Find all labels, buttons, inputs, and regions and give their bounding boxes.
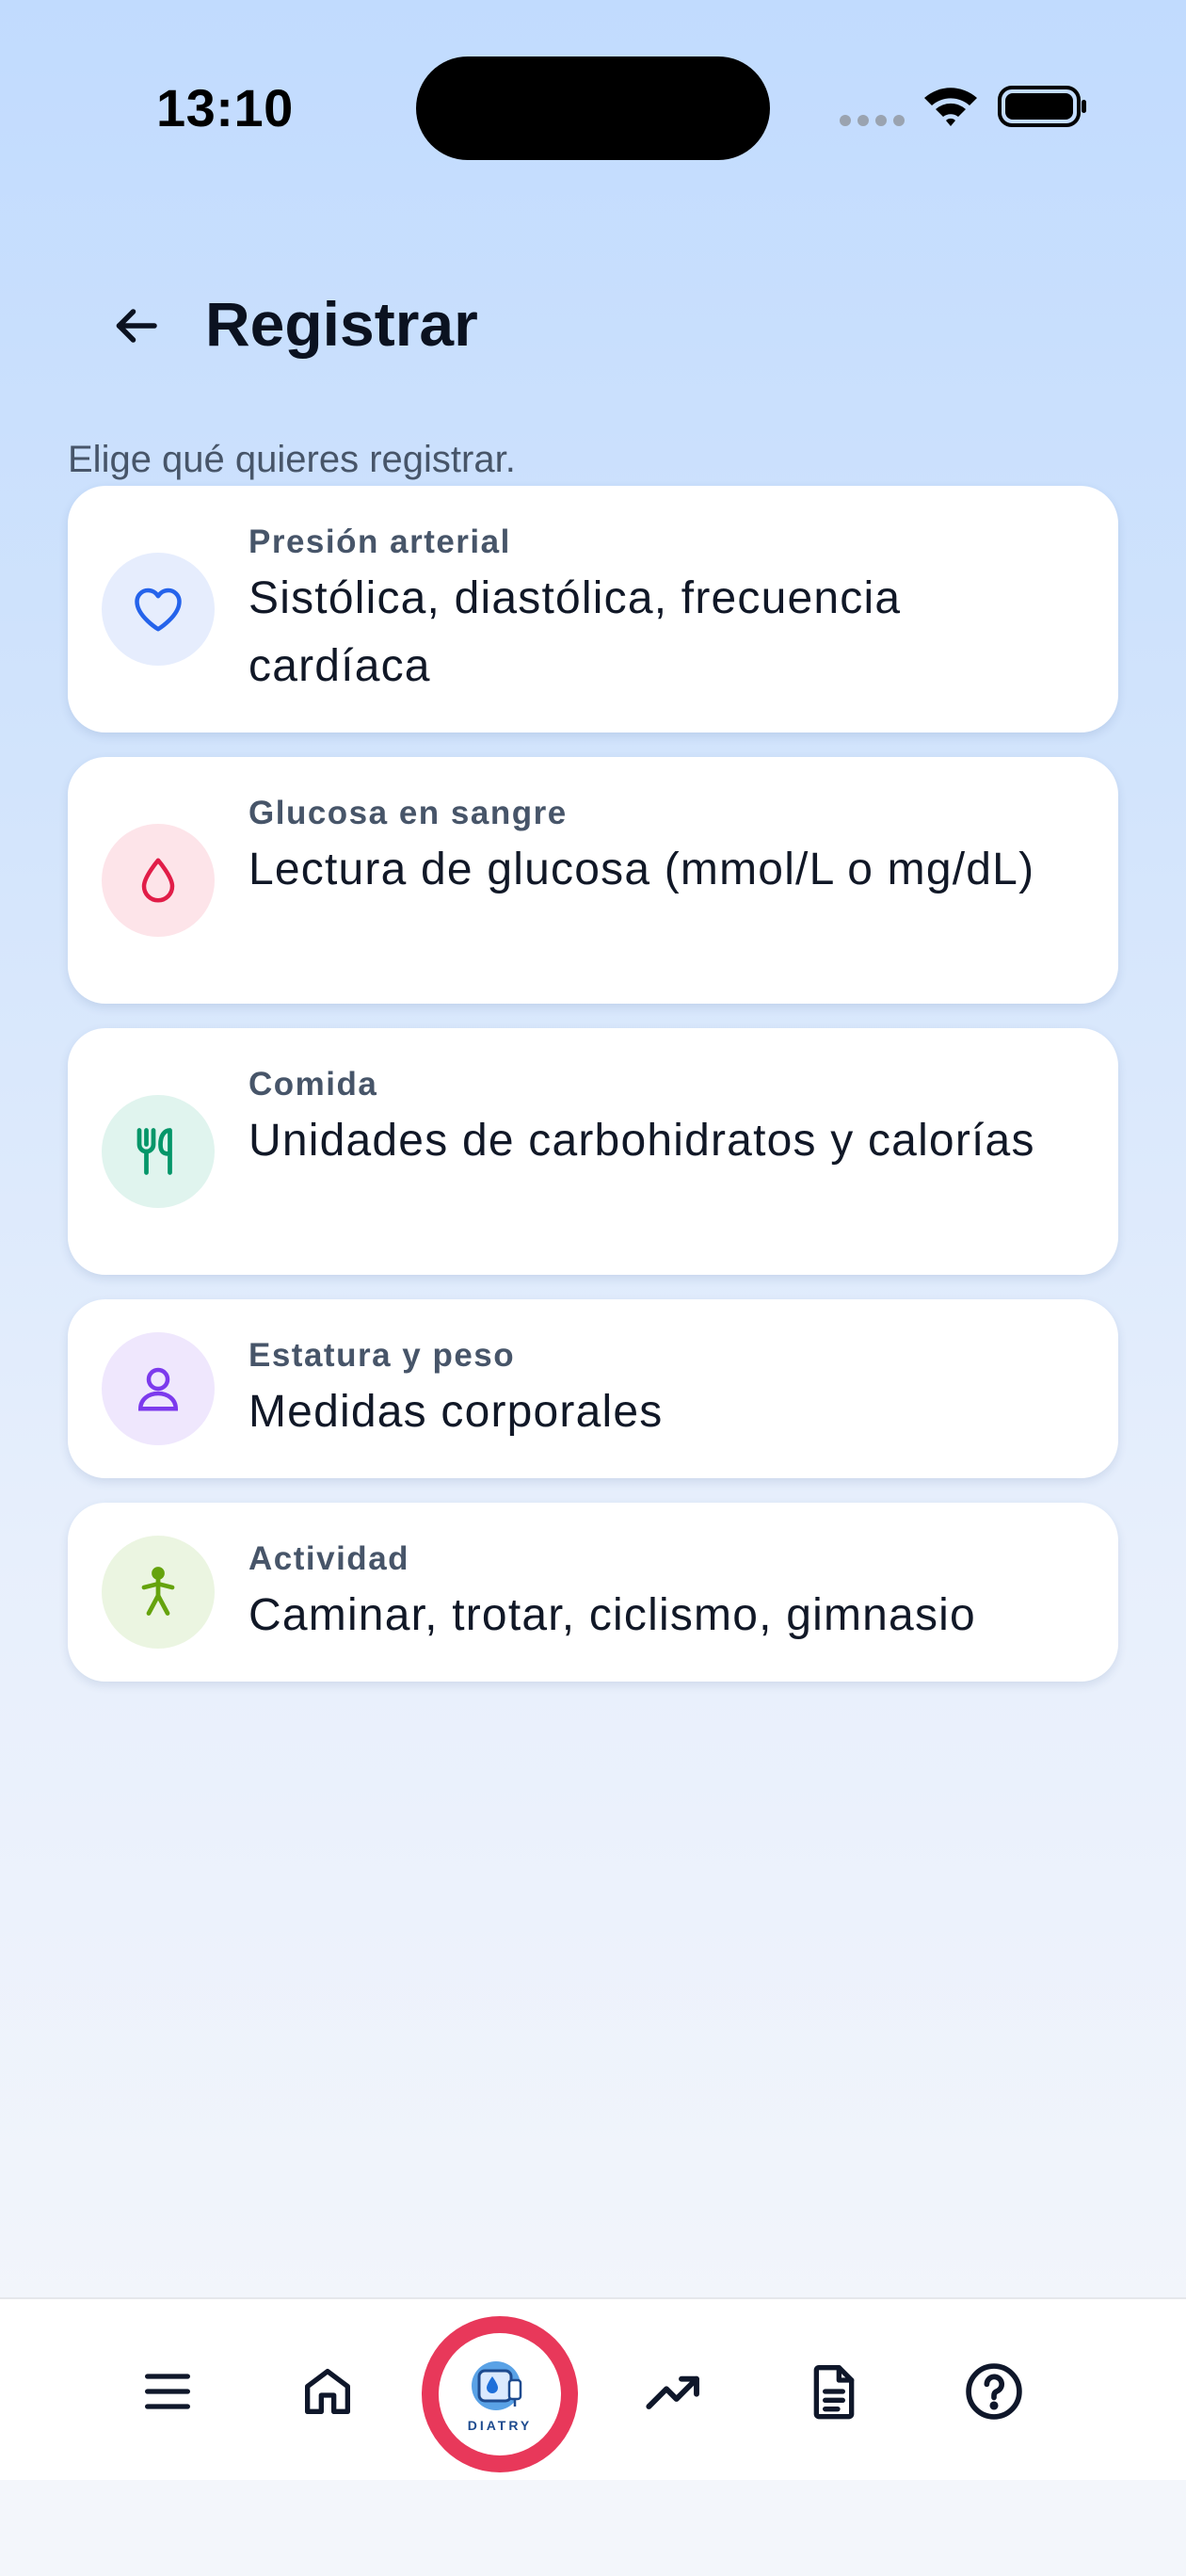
cellular-signal-icon [840, 115, 905, 126]
diatry-logo: DIATRY [439, 2333, 561, 2455]
back-button[interactable] [102, 292, 169, 360]
logo-text: DIATRY [467, 2418, 533, 2433]
bottom-navigation: DIATRY [0, 2297, 1186, 2482]
card-blood-glucose[interactable]: Glucosa en sangre Lectura de glucosa (mm… [68, 757, 1118, 1004]
card-description: Medidas corporales [248, 1387, 664, 1437]
trending-icon [646, 2375, 699, 2409]
diatry-logo-icon [472, 2361, 522, 2410]
home-indicator-area [0, 2480, 1186, 2576]
nav-help-button[interactable] [956, 2354, 1032, 2429]
card-icon-bg [102, 1095, 215, 1208]
heart-icon [135, 588, 182, 632]
card-description: Lectura de glucosa (mmol/L o mg/dL) [248, 845, 1035, 894]
dynamic-island [416, 56, 770, 160]
card-icon-bg [102, 824, 215, 937]
nav-reports-button[interactable] [796, 2354, 872, 2429]
card-icon-bg [102, 1332, 215, 1445]
card-label: Presión arterial [248, 523, 511, 560]
card-blood-pressure[interactable]: Presión arterial Sistólica, diastólica, … [68, 486, 1118, 733]
card-meal[interactable]: Comida Unidades de carbohidratos y calor… [68, 1028, 1118, 1275]
nav-trends-button[interactable] [636, 2354, 712, 2429]
card-activity[interactable]: Actividad Caminar, trotar, ciclismo, gim… [68, 1503, 1118, 1682]
status-time: 13:10 [156, 78, 294, 137]
wifi-icon [924, 88, 977, 126]
document-icon [813, 2365, 855, 2420]
card-label: Glucosa en sangre [248, 795, 568, 831]
card-height-weight[interactable]: Estatura y peso Medidas corporales [68, 1299, 1118, 1478]
page-subtitle: Elige qué quieres registrar. [68, 439, 516, 480]
nav-diatry-button[interactable]: DIATRY [422, 2316, 578, 2472]
walking-icon [141, 1567, 175, 1616]
card-description: Caminar, trotar, ciclismo, gimnasio [248, 1590, 976, 1640]
home-icon [305, 2369, 350, 2414]
drop-icon [141, 858, 175, 903]
card-label: Comida [248, 1066, 378, 1103]
card-label: Actividad [248, 1540, 410, 1577]
status-bar: 13:10 [0, 0, 1186, 217]
card-description: Sistólica, diastólica, frecuencia cardía… [248, 573, 902, 691]
utensils-icon [136, 1128, 172, 1175]
battery-icon [998, 86, 1086, 127]
help-icon [966, 2363, 1022, 2420]
page-title: Registrar [205, 289, 478, 359]
arrow-left-icon [116, 309, 157, 343]
card-description: Unidades de carbohidratos y calorías [248, 1116, 1035, 1166]
card-icon-bg [102, 553, 215, 666]
nav-home-button[interactable] [290, 2354, 365, 2429]
card-icon-bg [102, 1536, 215, 1649]
menu-icon [145, 2374, 190, 2409]
card-label: Estatura y peso [248, 1337, 516, 1374]
person-icon [137, 1367, 179, 1411]
nav-menu-button[interactable] [130, 2354, 205, 2429]
